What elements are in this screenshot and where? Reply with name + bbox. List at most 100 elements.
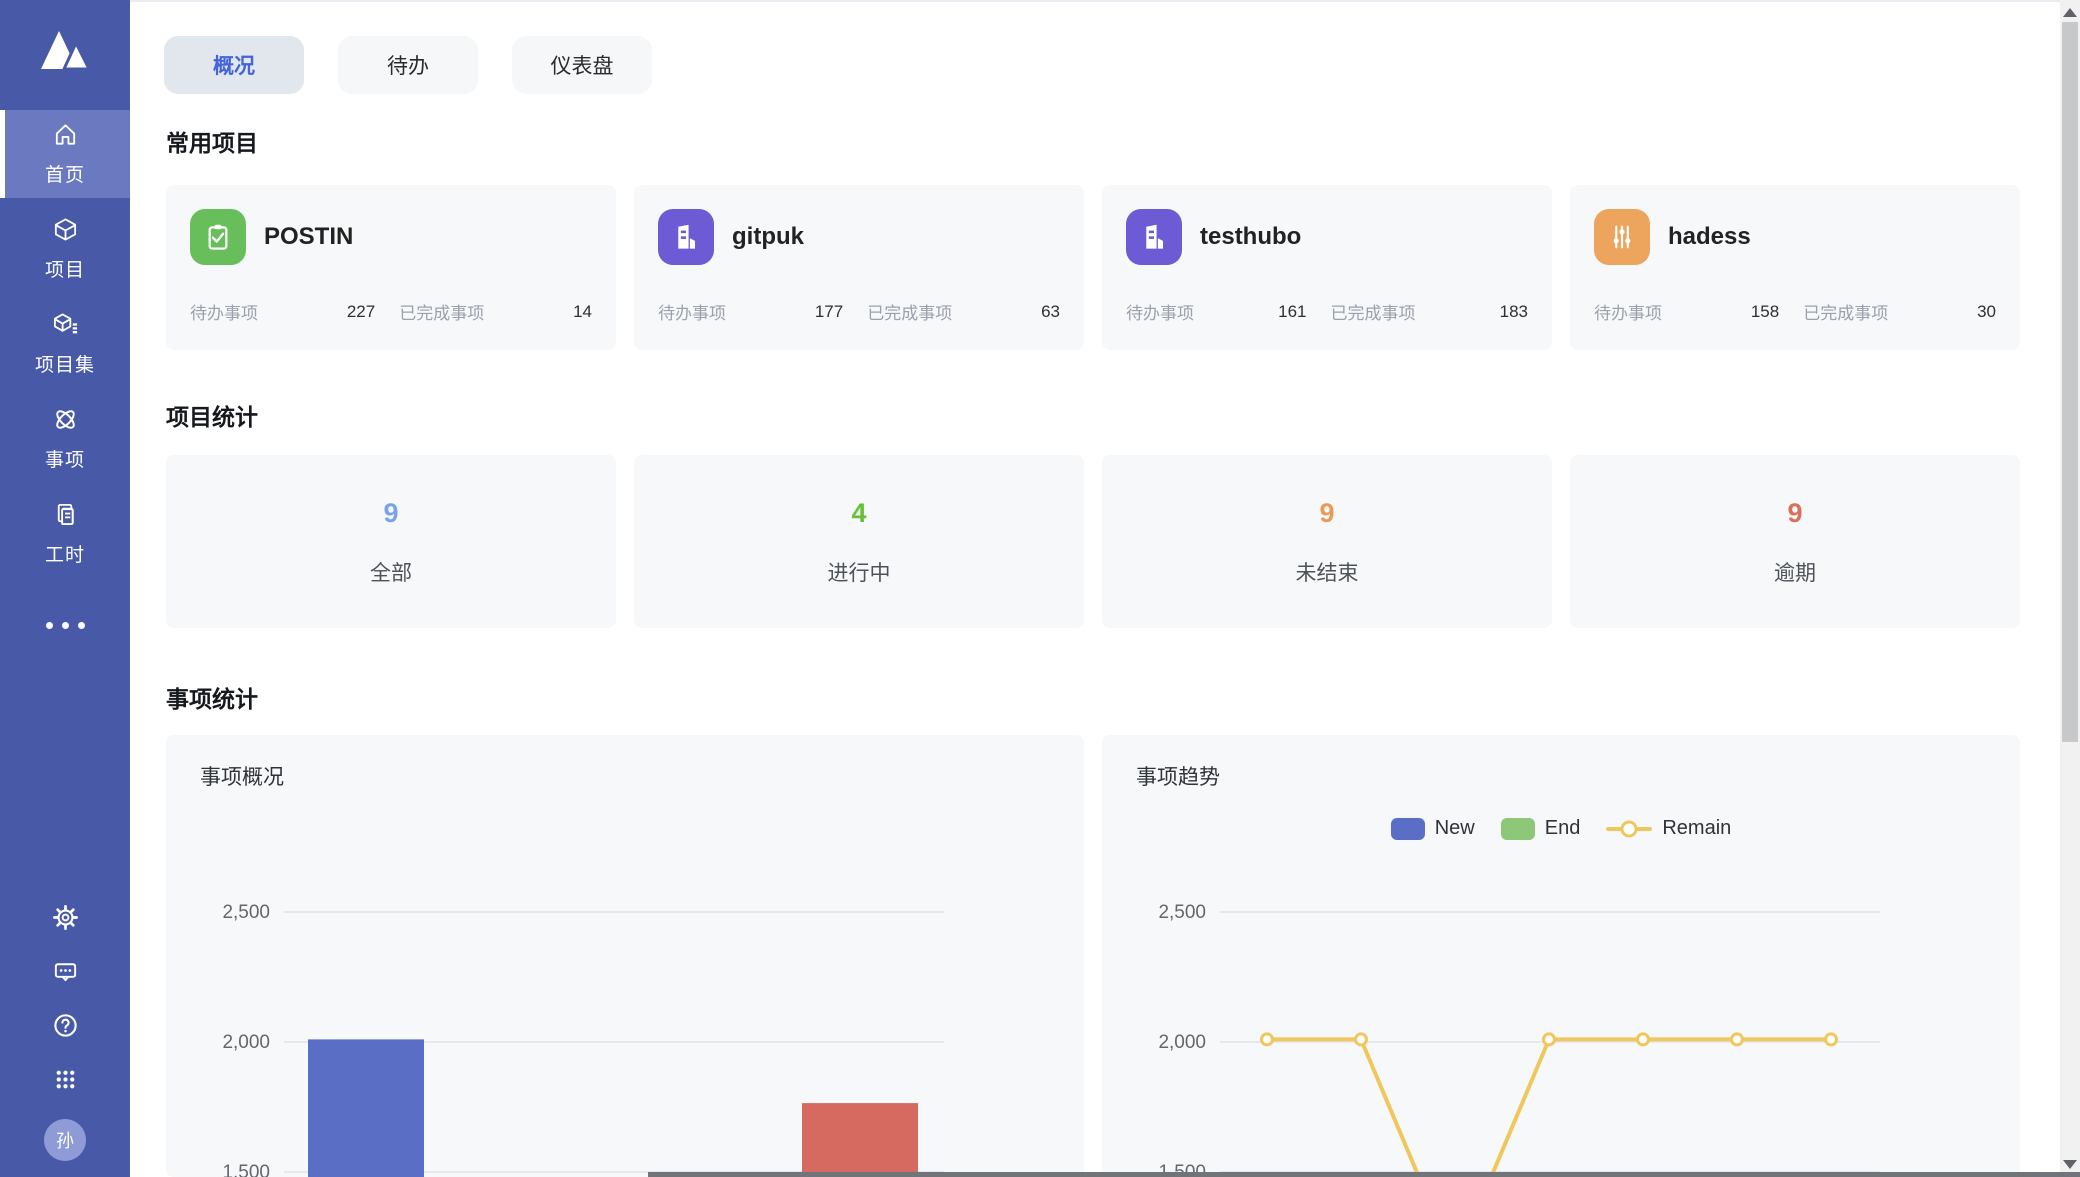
sidebar-item-timesheet[interactable]: 工时: [0, 490, 130, 578]
project-card-postin[interactable]: POSTIN 待办事项 227 已完成事项 14: [166, 185, 616, 350]
stat-value: 9: [1787, 499, 1802, 527]
legend-item-new[interactable]: New: [1391, 817, 1475, 840]
svg-text:2,500: 2,500: [1158, 902, 1206, 923]
stat-label: 全部: [370, 557, 412, 587]
app-window: 首页 项目 项目集: [0, 0, 2080, 1177]
todo-count: 227: [347, 302, 375, 322]
sliders-icon: [1594, 209, 1650, 265]
project-stats-row: 9 全部 4 进行中 9 未结束 9 逾期: [166, 455, 2020, 628]
view-tabs: 概况 待办 仪表盘: [164, 36, 652, 94]
app-logo[interactable]: [37, 22, 93, 78]
building-icon: [658, 209, 714, 265]
legend-label: End: [1545, 817, 1581, 840]
sidebar-item-label: 工时: [45, 540, 85, 567]
building-icon: [1126, 209, 1182, 265]
stat-label: 逾期: [1774, 557, 1816, 587]
sidebar: 首页 项目 项目集: [0, 0, 130, 1177]
sidebar-item-home[interactable]: 首页: [0, 110, 130, 198]
vertical-scrollbar[interactable]: [2060, 0, 2080, 1177]
legend-label: New: [1435, 817, 1475, 840]
scrollbar-thumb[interactable]: [2062, 22, 2078, 742]
chart-title: 事项趋势: [1136, 761, 1220, 791]
sidebar-item-project-sets[interactable]: 项目集: [0, 300, 130, 388]
done-count: 183: [1500, 302, 1528, 322]
sidebar-item-label: 事项: [45, 445, 85, 472]
legend-line-circle-icon: [1606, 827, 1652, 831]
stat-value: 9: [1319, 499, 1334, 527]
mountain-logo-icon: [37, 22, 93, 78]
legend-item-remain[interactable]: Remain: [1606, 817, 1731, 840]
home-icon: [52, 121, 79, 153]
scrollbar-down-arrow-icon[interactable]: [2063, 1160, 2077, 1169]
section-title-frequent-projects: 常用项目: [166, 124, 258, 158]
svg-text:2,000: 2,000: [1158, 1032, 1206, 1053]
project-card-hadess[interactable]: hadess 待办事项 158 已完成事项 30: [1570, 185, 2020, 350]
clipboard-check-icon: [190, 209, 246, 265]
settings-button[interactable]: [51, 903, 79, 931]
loops-icon: [52, 406, 79, 438]
legend-label: Remain: [1662, 817, 1731, 840]
project-card-gitpuk[interactable]: gitpuk 待办事项 177 已完成事项 63: [634, 185, 1084, 350]
help-question-icon: [52, 1012, 79, 1039]
help-button[interactable]: [51, 1011, 79, 1039]
stat-card-in-progress[interactable]: 4 进行中: [634, 455, 1084, 628]
charts-row: 事项概况 2,5002,0001,500 事项趋势 NewEndRemain 2…: [166, 735, 2020, 1177]
apps-button[interactable]: [51, 1065, 79, 1093]
sidebar-item-projects[interactable]: 项目: [0, 205, 130, 293]
tab-dashboard[interactable]: 仪表盘: [512, 36, 652, 94]
todo-count: 161: [1278, 302, 1306, 322]
scrollbar-up-arrow-icon[interactable]: [2063, 8, 2077, 17]
todo-count: 177: [815, 302, 843, 322]
stat-card-all[interactable]: 9 全部: [166, 455, 616, 628]
project-name: testhubo: [1200, 223, 1301, 251]
done-count: 30: [1977, 302, 1996, 322]
user-avatar[interactable]: 孙: [44, 1119, 86, 1161]
legend-swatch-icon: [1391, 818, 1425, 840]
project-card-testhubo[interactable]: testhubo 待办事项 161 已完成事项 183: [1102, 185, 1552, 350]
chart-legend: New End Remain: [1102, 817, 2020, 840]
todo-label: 待办事项: [1594, 299, 1662, 324]
done-count: 14: [573, 302, 592, 322]
legend-swatch-icon: [1501, 818, 1535, 840]
pages-icon: [52, 501, 79, 533]
stat-card-overdue[interactable]: 9 逾期: [1570, 455, 2020, 628]
cube-icon: [52, 216, 79, 248]
stat-card-unfinished[interactable]: 9 未结束: [1102, 455, 1552, 628]
main-content: 概况 待办 仪表盘 常用项目 POSTIN 待办事项: [130, 0, 2060, 1177]
stat-value: 9: [383, 499, 398, 527]
todo-count: 158: [1751, 302, 1779, 322]
todo-label: 待办事项: [658, 299, 726, 324]
avatar-initial: 孙: [56, 1127, 74, 1153]
stat-value: 4: [851, 499, 866, 527]
sidebar-footer: 孙: [0, 903, 130, 1161]
sidebar-item-issues[interactable]: 事项: [0, 395, 130, 483]
sidebar-item-label: 项目: [45, 255, 85, 282]
ellipsis-icon: [46, 622, 53, 629]
done-label: 已完成事项: [867, 299, 952, 324]
done-label: 已完成事项: [1331, 299, 1416, 324]
stat-label: 进行中: [828, 557, 891, 587]
issue-trend-chart-panel: 事项趋势 NewEndRemain 2,5002,0001,500: [1102, 735, 2020, 1177]
project-name: hadess: [1668, 223, 1751, 251]
settings-gear-icon: [52, 904, 79, 931]
svg-text:1,500: 1,500: [222, 1162, 270, 1177]
bar-chart: 2,500 2,000 1,500: [166, 735, 1084, 1177]
sidebar-more-button[interactable]: [0, 600, 130, 650]
cube-list-icon: [52, 311, 79, 343]
feedback-chat-icon: [52, 958, 79, 985]
todo-label: 待办事项: [1126, 299, 1194, 324]
stat-label: 未结束: [1296, 557, 1359, 587]
legend-item-end[interactable]: End: [1501, 817, 1581, 840]
apps-grid-icon: [52, 1066, 79, 1093]
issue-overview-chart-panel: 事项概况 2,5002,0001,500: [166, 735, 1084, 1177]
sidebar-item-label: 首页: [45, 160, 85, 187]
project-name: gitpuk: [732, 223, 804, 251]
sidebar-item-label: 项目集: [35, 350, 95, 377]
tab-todo[interactable]: 待办: [338, 36, 478, 94]
svg-text:2,500: 2,500: [222, 902, 270, 923]
done-label: 已完成事项: [399, 299, 484, 324]
done-label: 已完成事项: [1803, 299, 1888, 324]
svg-text:2,000: 2,000: [222, 1032, 270, 1053]
feedback-button[interactable]: [51, 957, 79, 985]
tab-overview[interactable]: 概况: [164, 36, 304, 94]
